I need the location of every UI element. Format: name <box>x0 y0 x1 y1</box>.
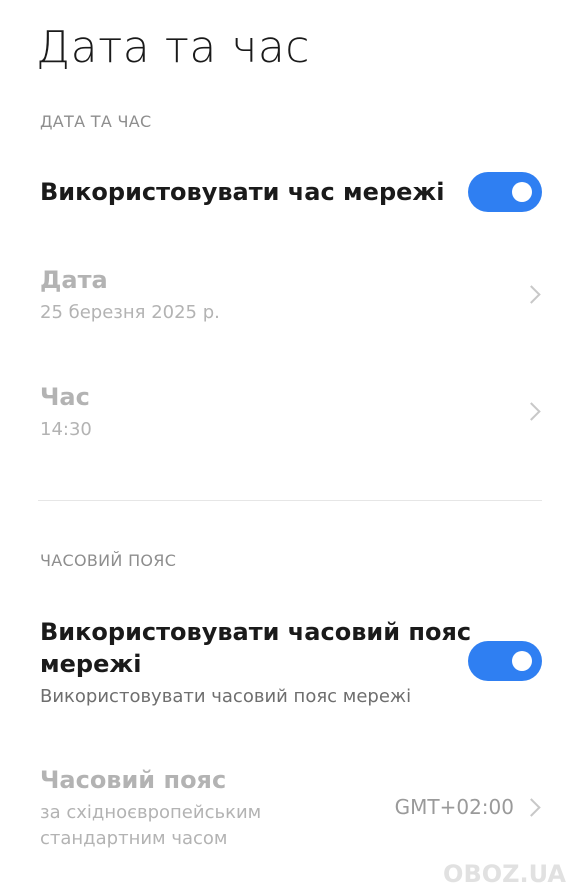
chevron-right-icon <box>522 402 541 421</box>
network-timezone-toggle[interactable] <box>468 641 542 681</box>
date-value: 25 березня 2025 р. <box>40 302 220 323</box>
timezone-desc-line1: за східноєвропейським <box>40 802 262 823</box>
section-divider <box>38 500 542 501</box>
timezone-value: GMT+02:00 <box>394 795 514 819</box>
network-timezone-row[interactable]: Використовувати часовий пояс мережі Вико… <box>0 612 580 712</box>
section-header-datetime: ДАТА ТА ЧАС <box>40 112 152 131</box>
network-timezone-description: Використовувати часовий пояс мережі <box>40 686 412 707</box>
network-timezone-label-line2: мережі <box>40 650 142 678</box>
page-title: Дата та час <box>36 22 310 73</box>
chevron-right-icon <box>522 285 541 304</box>
network-time-row[interactable]: Використовувати час мережі <box>0 160 580 226</box>
watermark: OBOZ.UA <box>443 860 566 888</box>
network-timezone-label-line1: Використовувати часовий пояс <box>40 618 472 646</box>
date-label: Дата <box>40 266 108 294</box>
time-row[interactable]: Час 14:30 <box>0 375 580 455</box>
date-row[interactable]: Дата 25 березня 2025 р. <box>0 258 580 338</box>
timezone-desc-line2: стандартним часом <box>40 828 228 849</box>
timezone-row[interactable]: Часовий пояс за східноєвропейським станд… <box>0 760 580 856</box>
network-time-label: Використовувати час мережі <box>40 178 445 206</box>
timezone-label: Часовий пояс <box>40 766 227 794</box>
toggle-knob <box>512 651 532 671</box>
toggle-knob <box>512 182 532 202</box>
time-label: Час <box>40 383 90 411</box>
network-time-toggle[interactable] <box>468 172 542 212</box>
time-value: 14:30 <box>40 419 92 440</box>
section-header-timezone: ЧАСОВИЙ ПОЯС <box>40 551 177 570</box>
chevron-right-icon <box>522 798 541 817</box>
